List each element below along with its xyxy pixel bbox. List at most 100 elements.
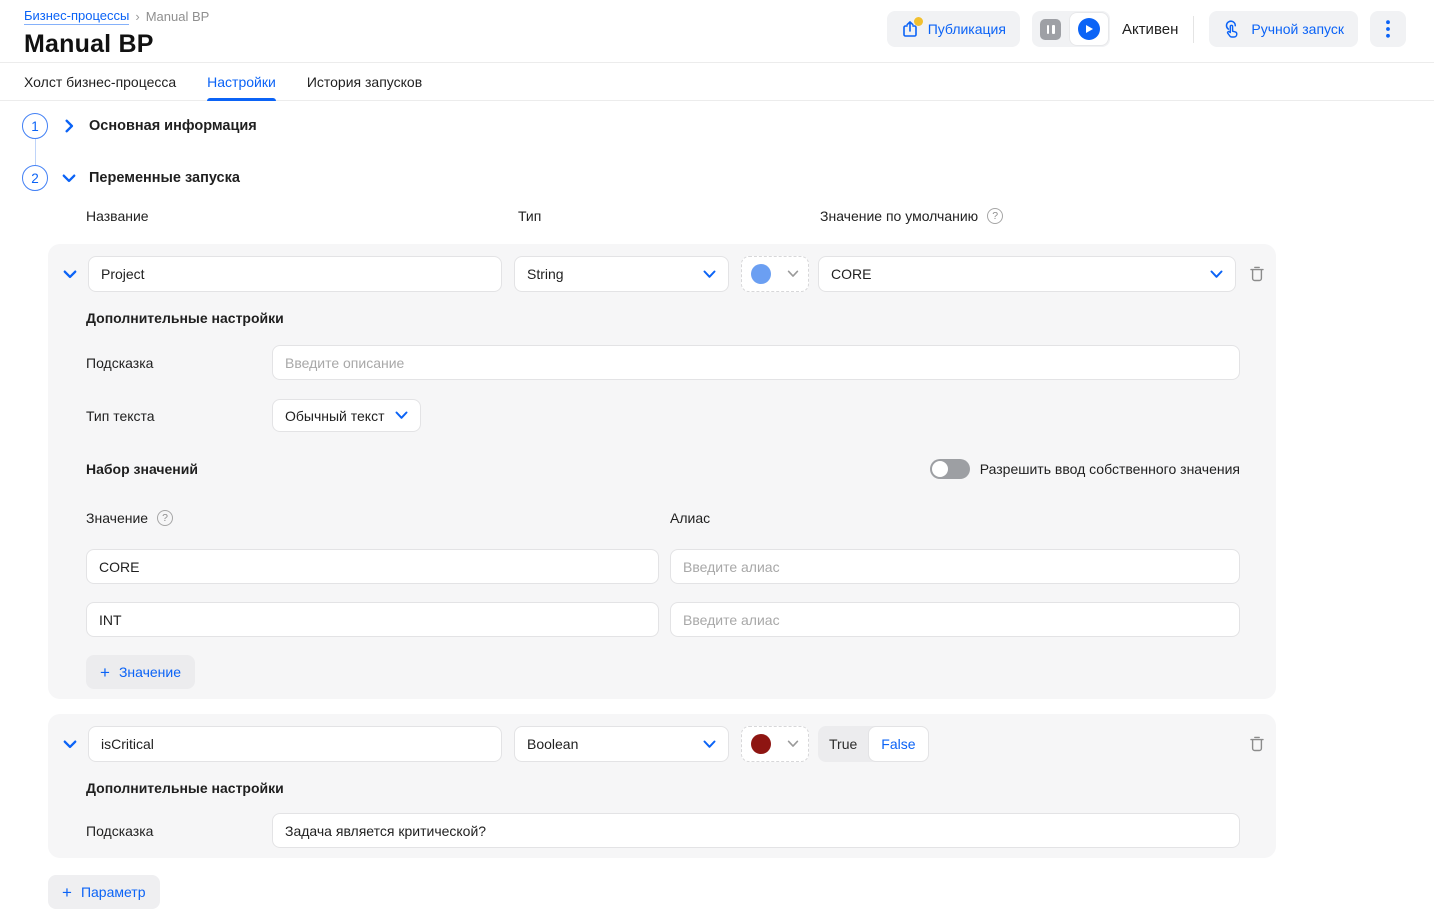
publish-button-label: Публикация [928, 21, 1006, 37]
param-card-project: String CORE [48, 244, 1276, 699]
pause-option[interactable] [1032, 19, 1070, 40]
page-header: Бизнес-процессы › Manual BP Manual BP Пу… [0, 0, 1434, 62]
param-name-input[interactable] [88, 256, 502, 292]
text-type-field-row: Тип текста Обычный текст [86, 399, 1240, 432]
value-row [86, 549, 1240, 584]
param-row: Boolean True False [48, 714, 1276, 762]
color-swatch [751, 264, 771, 284]
param-card-body: Дополнительные настройки Подсказка [86, 780, 1240, 848]
hint-input[interactable] [272, 345, 1240, 380]
tab-settings[interactable]: Настройки [207, 63, 276, 100]
value-column-text: Значение [86, 510, 148, 526]
bool-false-option[interactable]: False [868, 726, 928, 762]
manual-run-button[interactable]: Ручной запуск [1209, 11, 1358, 47]
step-1-title[interactable]: Основная информация [89, 118, 257, 134]
play-icon [1078, 18, 1100, 40]
values-grid-headers: Значение ? Алиас [86, 510, 1240, 526]
value-input[interactable] [86, 549, 659, 584]
column-default-label: Значение по умолчанию ? [820, 208, 1003, 224]
param-color-select[interactable] [741, 256, 809, 292]
value-input[interactable] [86, 602, 659, 637]
text-type-select[interactable]: Обычный текст [272, 399, 421, 432]
alias-input[interactable] [670, 549, 1240, 584]
manual-run-button-label: Ручной запуск [1251, 21, 1344, 37]
breadcrumb-root-link[interactable]: Бизнес-процессы [24, 8, 129, 25]
allow-custom-group: Разрешить ввод собственного значения [930, 459, 1240, 479]
chevron-down-icon [1210, 270, 1223, 279]
step-run-variables: 2 Переменные запуска [22, 165, 1410, 191]
param-type-value: String [527, 266, 564, 282]
page-title: Manual BP [24, 30, 209, 59]
tab-history[interactable]: История запусков [307, 63, 422, 100]
value-row [86, 602, 1240, 637]
param-name-input[interactable] [88, 726, 502, 762]
hint-field-row: Подсказка [86, 345, 1240, 380]
param-type-select[interactable]: Boolean [514, 726, 729, 762]
hint-label: Подсказка [86, 823, 272, 839]
chevron-down-icon [787, 740, 799, 748]
header-actions: Публикация Активен Ручной запуск [887, 8, 1406, 47]
bool-default-switch: True False [818, 726, 929, 762]
hand-click-icon [1223, 20, 1242, 39]
step-connector-line [35, 139, 37, 165]
add-value-button-label: Значение [119, 664, 181, 680]
param-default-select[interactable]: CORE [818, 256, 1236, 292]
step-2-number: 2 [22, 165, 48, 191]
header-divider [1193, 16, 1194, 43]
param-color-select[interactable] [741, 726, 809, 762]
param-row: String CORE [48, 244, 1276, 292]
text-type-label: Тип текста [86, 408, 272, 424]
breadcrumb-separator-icon: › [135, 9, 139, 24]
param-type-value: Boolean [527, 736, 578, 752]
hint-input[interactable] [272, 813, 1240, 848]
alias-input[interactable] [670, 602, 1240, 637]
param-card-iscritical: Boolean True False Доп [48, 714, 1276, 858]
param-column-headers: Название Тип Значение по умолчанию ? [86, 208, 1410, 224]
add-parameter-button-label: Параметр [81, 884, 146, 900]
values-set-title: Набор значений [86, 461, 198, 477]
tab-bar: Холст бизнес-процесса Настройки История … [0, 62, 1434, 101]
header-left: Бизнес-процессы › Manual BP Manual BP [24, 8, 209, 59]
status-label: Активен [1122, 21, 1178, 38]
chevron-right-icon[interactable] [62, 119, 76, 133]
play-option[interactable] [1070, 13, 1108, 45]
text-type-value: Обычный текст [285, 408, 385, 424]
chevron-down-icon [703, 740, 716, 749]
tab-canvas[interactable]: Холст бизнес-процесса [24, 63, 176, 100]
publish-button[interactable]: Публикация [887, 11, 1020, 47]
step-1-number: 1 [22, 113, 48, 139]
help-icon[interactable]: ? [157, 510, 173, 526]
trash-icon[interactable] [1248, 735, 1266, 753]
hint-label: Подсказка [86, 355, 272, 371]
more-menu-button[interactable] [1370, 11, 1406, 47]
pause-icon [1040, 19, 1061, 40]
step-2-title[interactable]: Переменные запуска [89, 170, 240, 186]
publish-icon [901, 20, 919, 38]
step-basic-info: 1 Основная информация [22, 113, 1410, 139]
collapse-chevron-icon[interactable] [58, 267, 82, 281]
kebab-menu-icon [1386, 20, 1390, 38]
breadcrumb: Бизнес-процессы › Manual BP [24, 8, 209, 25]
help-icon[interactable]: ? [987, 208, 1003, 224]
chevron-down-icon[interactable] [62, 171, 76, 185]
param-type-select[interactable]: String [514, 256, 729, 292]
plus-icon: + [100, 664, 110, 681]
color-swatch [751, 734, 771, 754]
allow-custom-toggle[interactable] [930, 459, 970, 479]
alias-column-header: Алиас [670, 510, 710, 526]
collapse-chevron-icon[interactable] [58, 737, 82, 751]
bool-true-option[interactable]: True [818, 736, 868, 752]
column-default-text: Значение по умолчанию [820, 208, 978, 224]
publish-badge-dot [914, 17, 923, 26]
allow-custom-label: Разрешить ввод собственного значения [980, 461, 1240, 477]
column-type-label: Тип [518, 208, 820, 224]
status-toggle [1032, 11, 1110, 47]
add-parameter-button[interactable]: + Параметр [48, 875, 160, 909]
breadcrumb-current: Manual BP [146, 9, 210, 24]
column-name-label: Название [86, 208, 518, 224]
extra-settings-title: Дополнительные настройки [86, 780, 1240, 796]
trash-icon[interactable] [1248, 265, 1266, 283]
chevron-down-icon [703, 270, 716, 279]
add-value-button[interactable]: + Значение [86, 655, 195, 689]
chevron-down-icon [787, 270, 799, 278]
